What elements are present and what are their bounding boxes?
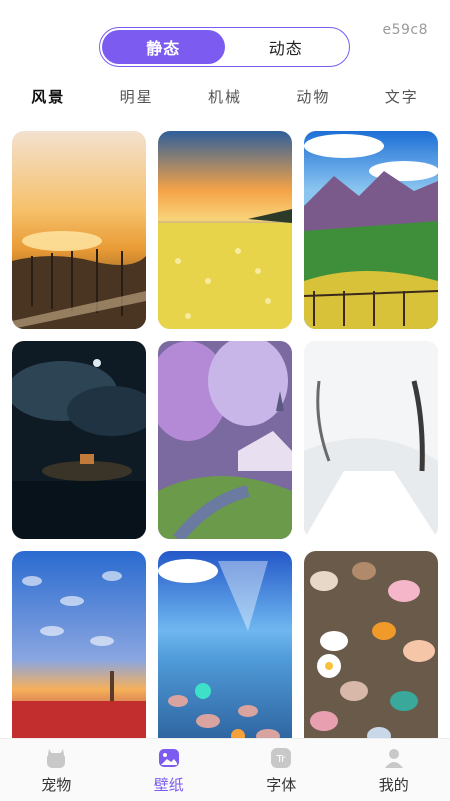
nav-pet[interactable]: 宠物 <box>0 739 113 801</box>
wallpaper-ocean-glowing-pebbles[interactable] <box>158 551 292 749</box>
category-mechanical[interactable]: 机械 <box>208 86 242 108</box>
wallpaper-colorful-pebbles[interactable] <box>304 551 438 749</box>
bottom-navigation: 宠物 壁纸 Tr 字体 我的 <box>0 738 450 801</box>
nav-font[interactable]: Tr 字体 <box>225 739 338 801</box>
category-tabs: 风景 明星 机械 动物 文字 <box>0 86 450 108</box>
wallpaper-moonlit-island-house[interactable] <box>12 341 146 539</box>
category-animal[interactable]: 动物 <box>296 86 330 108</box>
category-scenery[interactable]: 风景 <box>31 86 65 108</box>
category-celebrity[interactable]: 明星 <box>120 86 154 108</box>
wallpaper-icon <box>157 746 181 770</box>
nav-pet-label: 宠物 <box>41 774 71 795</box>
category-text[interactable]: 文字 <box>385 86 419 108</box>
wallpaper-snowy-tree-road[interactable] <box>304 341 438 539</box>
code-label: e59c8 <box>382 22 428 38</box>
wallpaper-mountain-valley-road[interactable] <box>304 131 438 329</box>
wallpaper-flower-field-sunset[interactable] <box>158 131 292 329</box>
static-dynamic-toggle: 静态 动态 <box>99 27 350 67</box>
nav-profile-label: 我的 <box>379 774 409 795</box>
nav-font-label: 字体 <box>266 774 296 795</box>
pet-icon <box>44 746 68 770</box>
tab-static[interactable]: 静态 <box>102 30 225 64</box>
svg-text:Tr: Tr <box>276 754 287 765</box>
nav-wallpaper-label: 壁纸 <box>154 774 184 795</box>
wallpaper-cloud-sky-tulips[interactable] <box>12 551 146 749</box>
nav-wallpaper[interactable]: 壁纸 <box>113 739 226 801</box>
wallpaper-sunset-tree-avenue[interactable] <box>12 131 146 329</box>
tab-dynamic[interactable]: 动态 <box>225 30 348 64</box>
font-icon: Tr <box>269 746 293 770</box>
nav-profile[interactable]: 我的 <box>338 739 450 801</box>
profile-icon <box>382 746 406 770</box>
wallpaper-forest-church-stream[interactable] <box>158 341 292 539</box>
